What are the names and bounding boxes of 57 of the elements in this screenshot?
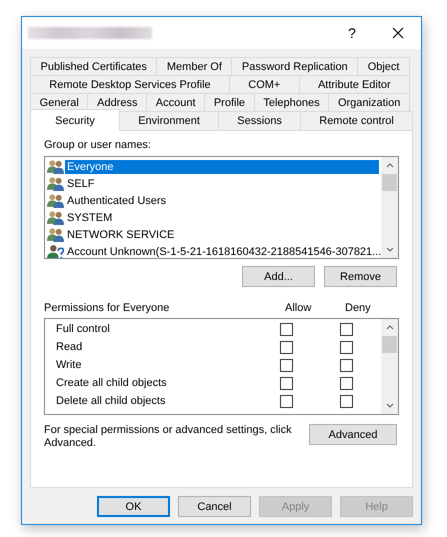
users-icon (47, 210, 64, 225)
tab[interactable]: Object (357, 57, 410, 75)
list-item[interactable]: NETWORK SERVICE (65, 228, 379, 242)
allow-header: Allow (285, 302, 312, 316)
tab[interactable]: Remote control (300, 111, 413, 130)
dialog-button[interactable]: Cancel (178, 496, 251, 517)
group-list[interactable]: Everyone SELF Authenticated Users SYSTEM NETWORK SERVICE Account Unknown(S-1-5-21-1618160432-2188541546-307821... (44, 156, 399, 259)
help-button[interactable]: ? (329, 17, 375, 49)
permission-name: Write (56, 359, 82, 371)
users-icon (47, 176, 64, 191)
tab[interactable]: Telephones (254, 93, 330, 111)
scroll-up-icon[interactable] (386, 163, 394, 168)
group-list-label: Group or user names: (44, 139, 152, 153)
list-action-button[interactable]: Remove (324, 266, 397, 287)
scrollbar[interactable] (381, 157, 398, 258)
users-icon (47, 193, 64, 208)
scroll-thumb[interactable] (382, 336, 397, 353)
scroll-up-icon[interactable] (386, 325, 394, 330)
allow-checkbox[interactable] (280, 358, 293, 372)
deny-checkbox[interactable] (340, 322, 353, 336)
tab[interactable]: Attribute Editor (298, 75, 410, 93)
list-item[interactable]: Authenticated Users (65, 194, 379, 208)
allow-checkbox[interactable] (280, 394, 293, 408)
users-icon (47, 159, 64, 174)
tab[interactable]: Remote Desktop Services Profile (30, 75, 230, 93)
close-icon (392, 27, 404, 39)
permissions-label: Permissions for Everyone (44, 302, 170, 316)
allow-checkbox[interactable] (280, 340, 293, 354)
tab[interactable]: Published Certificates (30, 57, 158, 75)
deny-checkbox[interactable] (340, 340, 353, 354)
permission-name: Full control (56, 323, 111, 335)
tab[interactable]: Security (30, 109, 120, 131)
list-item[interactable]: SELF (65, 176, 379, 190)
dialog-button[interactable]: OK (97, 496, 170, 517)
deny-checkbox[interactable] (340, 376, 353, 390)
scroll-down-icon[interactable] (386, 247, 394, 252)
scrollbar[interactable] (381, 319, 398, 414)
tab[interactable]: Password Replication (231, 57, 358, 75)
deny-checkbox[interactable] (340, 394, 353, 408)
permission-name: Read (56, 341, 84, 353)
advanced-hint: For special permissions or advanced settings, click Advanced. (44, 424, 293, 450)
users-icon (47, 227, 64, 242)
deny-header: Deny (345, 302, 372, 316)
list-item[interactable]: Everyone (65, 160, 379, 174)
unknown-user-icon (47, 244, 64, 258)
allow-checkbox[interactable] (280, 322, 293, 336)
list-item[interactable]: SYSTEM (65, 210, 379, 224)
tab[interactable]: Organization (328, 93, 410, 111)
scroll-thumb[interactable] (382, 174, 397, 191)
deny-checkbox[interactable] (340, 358, 353, 372)
allow-checkbox[interactable] (280, 376, 293, 390)
permission-name: Create all child objects (56, 377, 168, 389)
permission-name: Delete all child objects (56, 395, 166, 407)
scroll-down-icon[interactable] (386, 403, 394, 408)
list-action-button[interactable]: Add... (242, 266, 315, 287)
advanced-button[interactable]: Advanced (309, 424, 397, 445)
list-item[interactable]: Account Unknown(S-1-5-21-1618160432-2188541546-307821... (65, 244, 381, 258)
